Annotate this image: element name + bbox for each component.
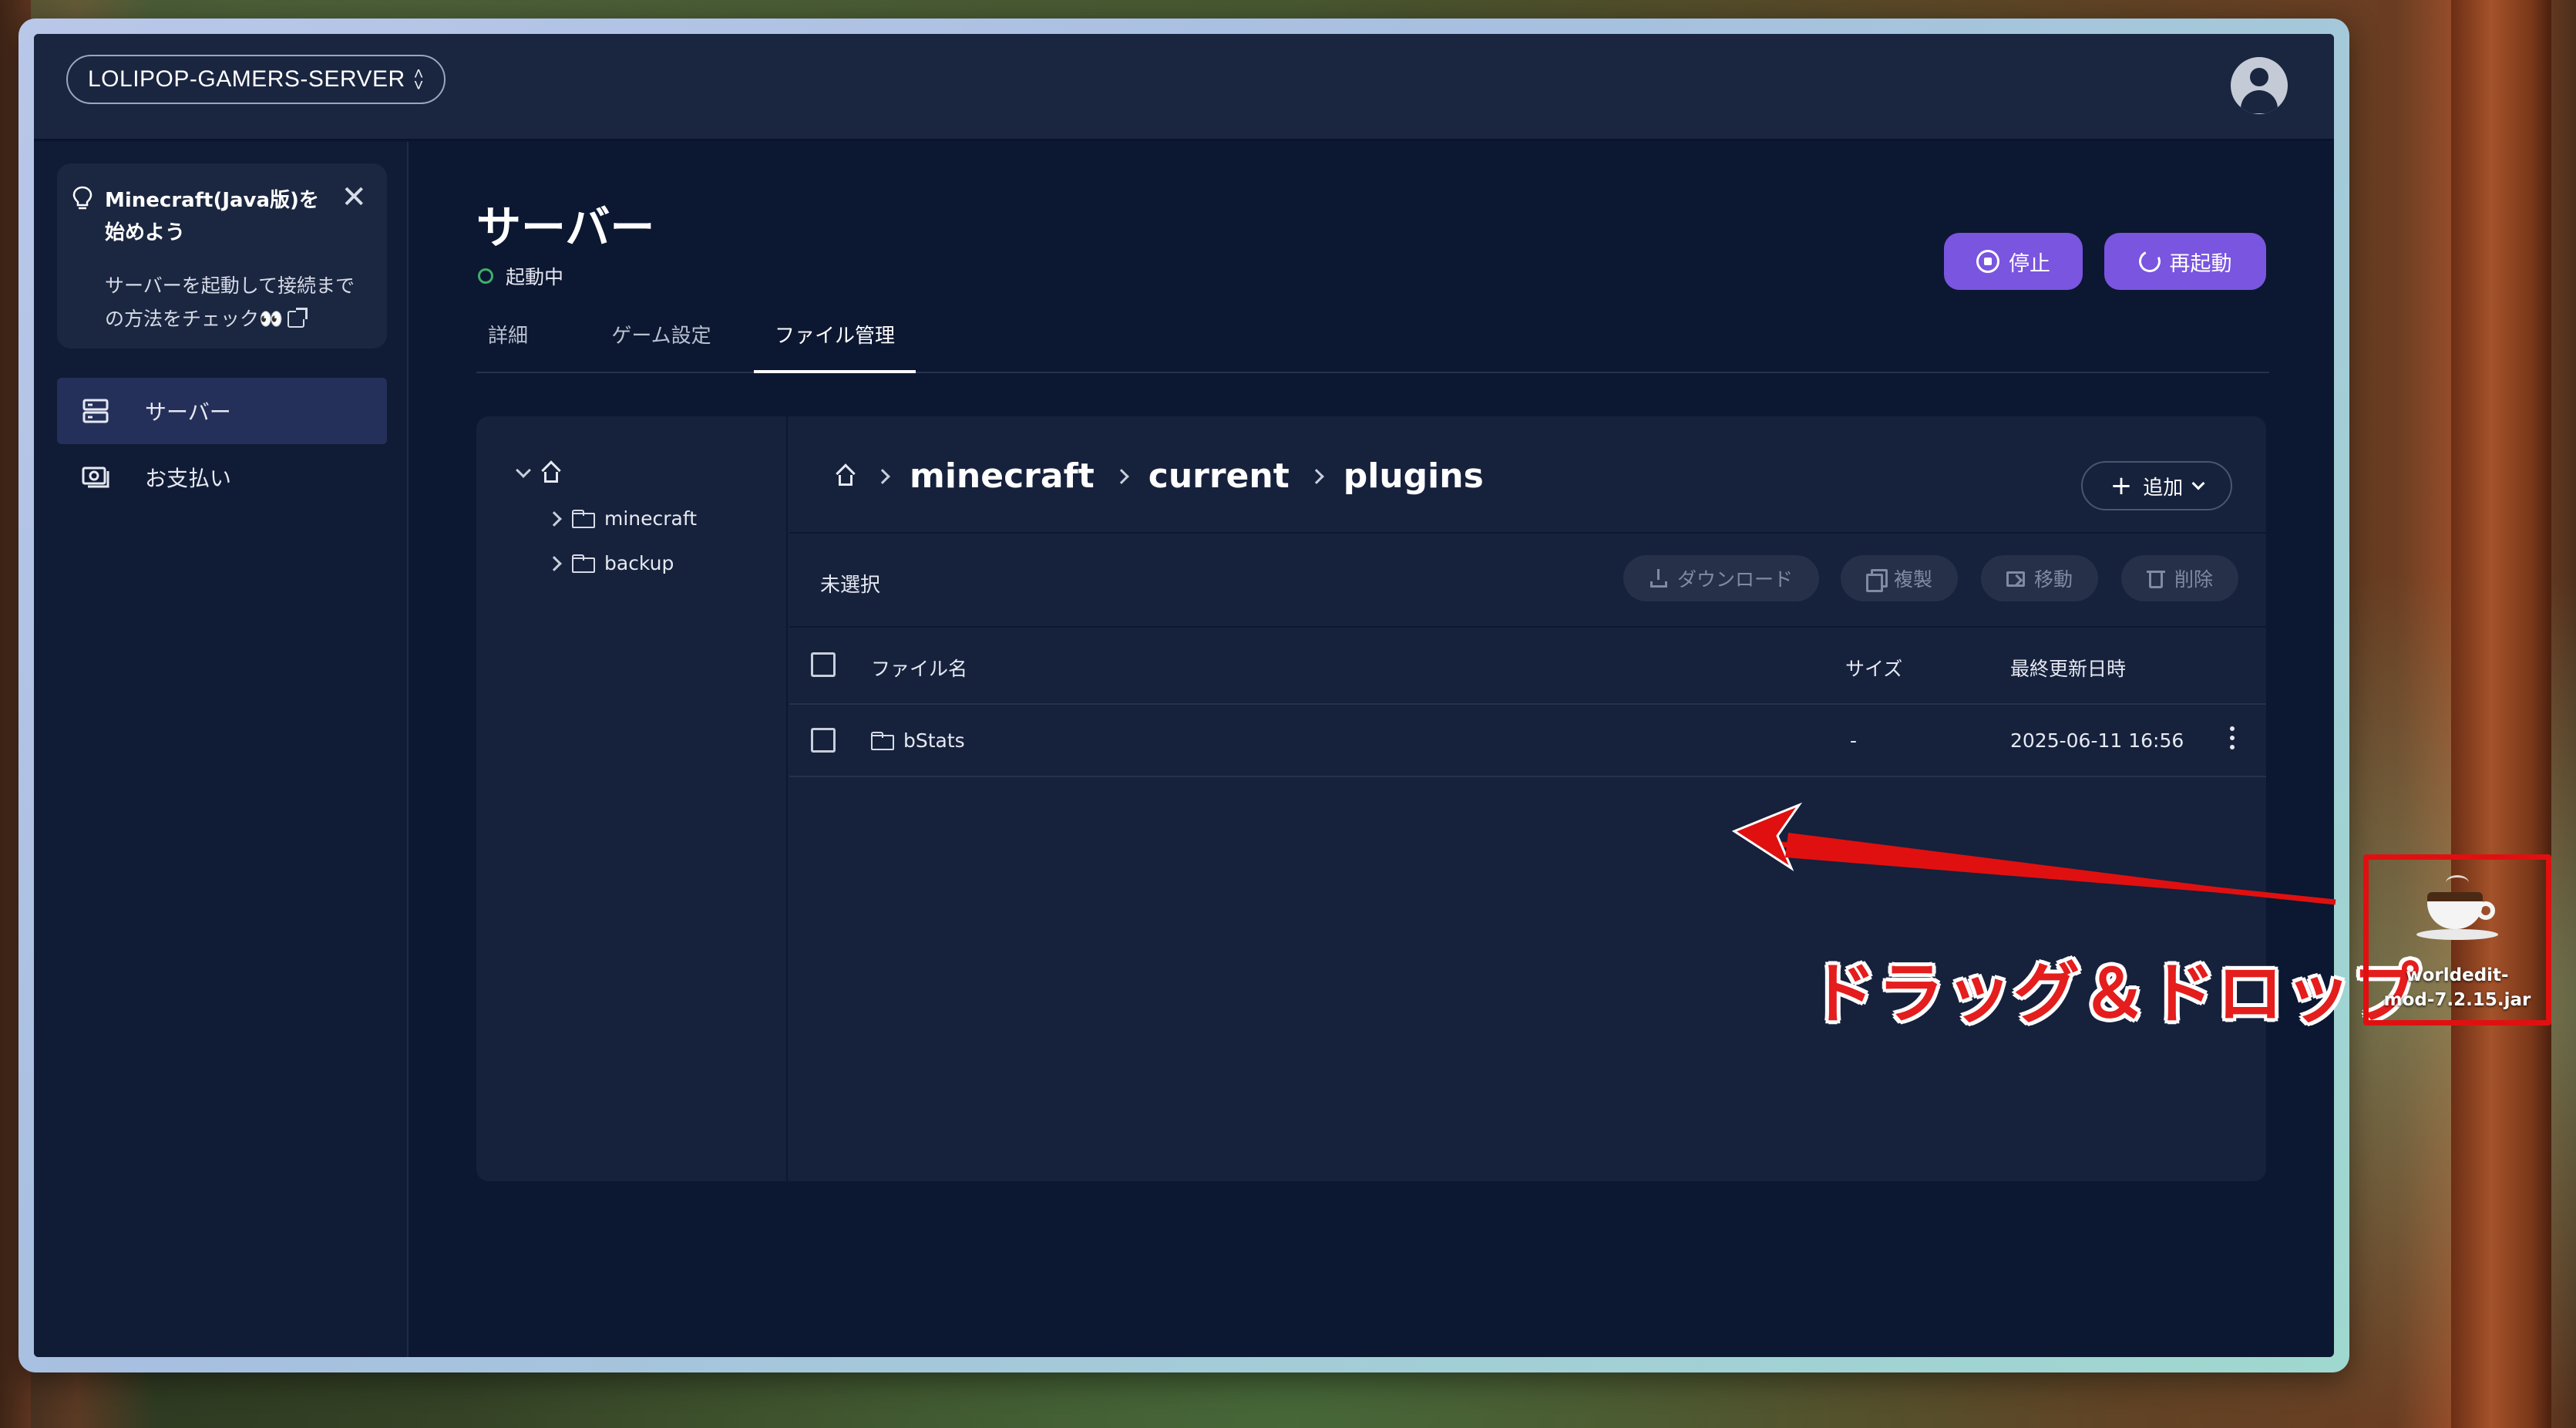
add-label: 追加 (2143, 476, 2184, 500)
folder-icon (871, 731, 894, 750)
duplicate-button[interactable]: 複製 (1841, 555, 1958, 601)
download-label: ダウンロード (1676, 568, 1793, 591)
sidebar-item-label: お支払い (145, 466, 232, 491)
divider (789, 626, 2266, 628)
tree-item-label: backup (604, 552, 674, 574)
tree-item-backup[interactable]: backup (546, 552, 674, 574)
trash-icon (2146, 569, 2165, 588)
desktop-file-highlight[interactable]: worldedit- mod-7.2.15.jar (2363, 854, 2551, 1026)
home-icon (541, 464, 561, 483)
tab-game-settings[interactable]: ゲーム設定 (607, 312, 715, 373)
restart-button[interactable]: 再起動 (2104, 233, 2266, 290)
column-header-size[interactable]: サイズ (1845, 654, 1902, 682)
file-name: bStats (903, 729, 965, 752)
delete-button[interactable]: 削除 (2121, 555, 2238, 601)
chevron-right-icon (1113, 468, 1129, 484)
duplicate-label: 複製 (1893, 568, 1932, 591)
breadcrumb: minecraft current plugins (836, 456, 1484, 496)
download-icon (1650, 569, 1668, 588)
more-options-icon[interactable] (2229, 726, 2235, 753)
download-button[interactable]: ダウンロード (1623, 555, 1819, 601)
breadcrumb-item[interactable]: minecraft (910, 456, 1095, 496)
app-container: LOLIPOP-GAMERS-SERVER ˄ ˅ Minecraft(Java版… (34, 34, 2334, 1357)
restart-icon (2135, 248, 2164, 275)
status-text: 起動中 (506, 266, 564, 288)
file-name-line: worldedit- (2406, 965, 2509, 985)
desktop-file-name: worldedit- mod-7.2.15.jar (2369, 963, 2546, 1012)
tree-item-minecraft[interactable]: minecraft (546, 507, 698, 530)
tip-body-text: サーバーを起動して接続までの方法をチェック👀 (105, 274, 355, 330)
breadcrumb-item[interactable]: current (1148, 456, 1290, 496)
divider (789, 703, 2266, 705)
tip-card: Minecraft(Java版)を始めよう ✕ サーバーを起動して接続までの方法… (57, 163, 387, 349)
move-icon (2006, 569, 2025, 588)
lightbulb-icon (72, 186, 92, 210)
sidebar-item-label: サーバー (145, 399, 231, 425)
copy-icon (1865, 569, 1888, 592)
table-row-name[interactable]: bStats (871, 729, 965, 752)
sidebar: Minecraft(Java版)を始めよう ✕ サーバーを起動して接続までの方法… (34, 142, 409, 1357)
stop-button[interactable]: 停止 (1944, 233, 2083, 290)
move-label: 移動 (2033, 568, 2073, 591)
server-name: LOLIPOP-GAMERS-SERVER (88, 66, 405, 92)
main-content: サーバー 起動中 停止 再起動 詳細 ゲーム設定 ファイル管理 minecraf… (410, 142, 2334, 1357)
file-panel: minecraft current plugins + 追加 未選択 ダウンロー… (789, 416, 2266, 1181)
table-row-size: - (1850, 729, 1858, 752)
tip-body[interactable]: サーバーを起動して接続までの方法をチェック👀 (105, 270, 367, 335)
file-manager: minecraft backup minecraft current plugi… (476, 416, 2266, 1181)
user-avatar-icon[interactable] (2231, 57, 2288, 114)
top-bar: LOLIPOP-GAMERS-SERVER ˄ ˅ (34, 34, 2334, 140)
file-name-line: mod-7.2.15.jar (2383, 990, 2531, 1011)
drag-and-drop-annotation: ドラッグ＆ドロップ (1810, 955, 2420, 1032)
move-button[interactable]: 移動 (1981, 555, 2098, 601)
stop-label: 停止 (2009, 251, 2050, 276)
java-coffee-cup-icon (2416, 875, 2501, 945)
chevron-right-icon (546, 510, 562, 527)
folder-tree: minecraft backup (476, 416, 788, 1181)
tree-item-label: minecraft (604, 507, 698, 530)
add-button[interactable]: + 追加 (2081, 461, 2232, 510)
status-dot-icon (478, 268, 493, 284)
sidebar-item-server[interactable]: サーバー (57, 378, 387, 444)
column-header-name[interactable]: ファイル名 (871, 654, 967, 682)
select-all-checkbox[interactable] (811, 652, 836, 677)
divider (789, 776, 2266, 777)
selection-status: 未選択 (820, 574, 881, 597)
server-icon (82, 399, 109, 423)
delete-label: 削除 (2174, 568, 2213, 591)
server-status: 起動中 (478, 262, 563, 290)
column-header-modified[interactable]: 最終更新日時 (2010, 654, 2126, 682)
page-title: サーバー (476, 201, 655, 254)
restart-label: 再起動 (2169, 251, 2232, 276)
chevron-down-icon (516, 463, 531, 478)
external-link-icon (288, 307, 308, 328)
table-row-modified: 2025-06-11 16:56 (2010, 729, 2184, 752)
tab-file-management[interactable]: ファイル管理 (754, 312, 916, 373)
tab-bar: 詳細 ゲーム設定 ファイル管理 (476, 312, 2269, 373)
payment-icon (82, 466, 109, 488)
home-icon[interactable] (836, 467, 856, 486)
plus-icon: + (2110, 470, 2133, 501)
close-icon[interactable]: ✕ (341, 182, 367, 213)
divider (789, 532, 2266, 534)
chevron-right-icon (1308, 468, 1324, 484)
sidebar-item-payment[interactable]: お支払い (57, 444, 387, 510)
folder-icon (572, 509, 595, 528)
tip-title: Minecraft(Java版)を始めよう (105, 189, 319, 244)
chevron-right-icon (875, 468, 890, 484)
background-tree-trunk (2451, 0, 2551, 1428)
browser-window: LOLIPOP-GAMERS-SERVER ˄ ˅ Minecraft(Java版… (18, 19, 2349, 1372)
chevron-right-icon (546, 555, 562, 571)
breadcrumb-item[interactable]: plugins (1343, 456, 1484, 496)
folder-icon (572, 554, 595, 573)
chevron-up-down-icon: ˄ ˅ (413, 63, 424, 95)
chevron-down-icon (2191, 477, 2205, 490)
tree-root[interactable] (516, 463, 561, 483)
stop-icon (1976, 250, 1999, 273)
row-checkbox[interactable] (811, 728, 836, 753)
server-selector[interactable]: LOLIPOP-GAMERS-SERVER ˄ ˅ (66, 55, 446, 104)
tab-details[interactable]: 詳細 (476, 312, 540, 373)
